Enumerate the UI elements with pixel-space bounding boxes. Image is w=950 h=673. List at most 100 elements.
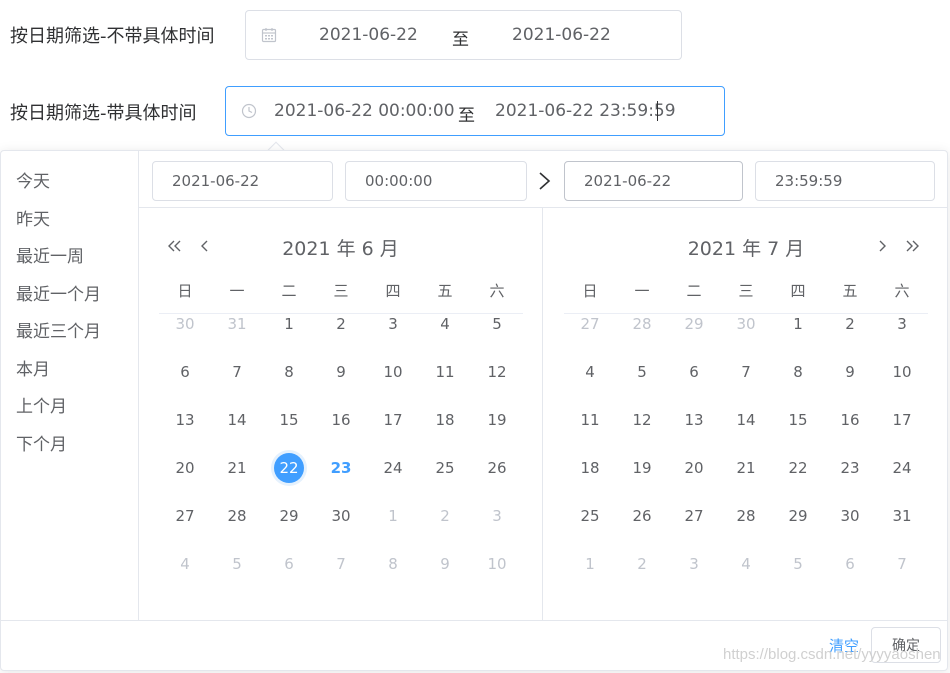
day-cell[interactable]: 1 <box>564 549 616 579</box>
start-date-value[interactable]: 2021-06-22 <box>319 25 418 45</box>
day-cell[interactable]: 29 <box>772 501 824 531</box>
day-cell[interactable]: 5 <box>616 357 668 387</box>
day-cell[interactable]: 31 <box>876 501 928 531</box>
day-cell[interactable]: 27 <box>564 309 616 339</box>
day-cell[interactable]: 6 <box>159 357 211 387</box>
day-cell[interactable]: 24 <box>367 453 419 483</box>
day-cell[interactable]: 28 <box>211 501 263 531</box>
day-cell[interactable]: 18 <box>564 453 616 483</box>
shortcut-previous-month[interactable]: 上个月 <box>16 392 67 417</box>
day-cell[interactable]: 6 <box>824 549 876 579</box>
end-datetime-value[interactable]: 2021-06-22 23:59:59 <box>495 101 676 121</box>
shortcut-this-month[interactable]: 本月 <box>16 355 50 380</box>
day-cell[interactable]: 2 <box>824 309 876 339</box>
shortcut-today[interactable]: 今天 <box>16 167 50 192</box>
day-cell[interactable]: 20 <box>159 453 211 483</box>
shortcut-last-week[interactable]: 最近一周 <box>16 242 84 267</box>
day-cell[interactable]: 8 <box>263 357 315 387</box>
day-cell[interactable]: 21 <box>720 453 772 483</box>
day-cell[interactable]: 15 <box>772 405 824 435</box>
day-cell[interactable]: 4 <box>419 309 471 339</box>
day-cell[interactable]: 2 <box>419 501 471 531</box>
day-cell[interactable]: 24 <box>876 453 928 483</box>
day-cell[interactable]: 7 <box>315 549 367 579</box>
day-cell[interactable]: 11 <box>419 357 471 387</box>
day-cell[interactable]: 25 <box>564 501 616 531</box>
day-cell[interactable]: 28 <box>616 309 668 339</box>
day-cell[interactable]: 26 <box>616 501 668 531</box>
day-cell[interactable]: 1 <box>263 309 315 339</box>
day-cell[interactable]: 16 <box>824 405 876 435</box>
day-cell[interactable]: 7 <box>211 357 263 387</box>
day-cell[interactable]: 27 <box>668 501 720 531</box>
start-datetime-value[interactable]: 2021-06-22 00:00:00 <box>274 101 455 121</box>
day-cell[interactable]: 8 <box>367 549 419 579</box>
day-cell[interactable]: 12 <box>616 405 668 435</box>
day-cell[interactable]: 30 <box>159 309 211 339</box>
day-cell[interactable]: 14 <box>720 405 772 435</box>
day-cell[interactable]: 29 <box>263 501 315 531</box>
shortcut-last-month[interactable]: 最近一个月 <box>16 280 101 305</box>
day-cell[interactable]: 20 <box>668 453 720 483</box>
day-cell[interactable]: 15 <box>263 405 315 435</box>
day-cell[interactable]: 19 <box>616 453 668 483</box>
day-cell[interactable]: 5 <box>211 549 263 579</box>
day-cell[interactable]: 10 <box>367 357 419 387</box>
day-cell[interactable]: 2 <box>616 549 668 579</box>
day-cell[interactable]: 16 <box>315 405 367 435</box>
day-cell[interactable]: 4 <box>720 549 772 579</box>
shortcut-yesterday[interactable]: 昨天 <box>16 205 50 230</box>
day-cell[interactable]: 5 <box>471 309 523 339</box>
end-date-input[interactable]: 2021-06-22 <box>564 161 743 201</box>
shortcut-next-month[interactable]: 下个月 <box>16 430 67 455</box>
day-cell[interactable]: 26 <box>471 453 523 483</box>
day-cell[interactable]: 23 <box>315 453 367 483</box>
start-date-input[interactable]: 2021-06-22 <box>152 161 333 201</box>
day-cell[interactable]: 12 <box>471 357 523 387</box>
day-cell[interactable]: 1 <box>772 309 824 339</box>
day-cell[interactable]: 11 <box>564 405 616 435</box>
day-cell[interactable]: 9 <box>315 357 367 387</box>
day-cell[interactable]: 17 <box>876 405 928 435</box>
day-cell[interactable]: 17 <box>367 405 419 435</box>
day-cell[interactable]: 5 <box>772 549 824 579</box>
day-cell[interactable]: 6 <box>668 357 720 387</box>
day-cell[interactable]: 4 <box>159 549 211 579</box>
day-cell[interactable]: 10 <box>876 357 928 387</box>
day-cell[interactable]: 22 <box>263 453 315 483</box>
day-cell[interactable]: 4 <box>564 357 616 387</box>
day-cell[interactable]: 9 <box>824 357 876 387</box>
end-date-value[interactable]: 2021-06-22 <box>512 25 611 45</box>
day-cell[interactable]: 14 <box>211 405 263 435</box>
day-cell[interactable]: 19 <box>471 405 523 435</box>
day-cell[interactable]: 30 <box>315 501 367 531</box>
datetime-range-input[interactable]: 2021-06-22 00:00:00 至 2021-06-22 23:59:5… <box>225 86 725 136</box>
day-cell[interactable]: 13 <box>159 405 211 435</box>
day-cell[interactable]: 1 <box>367 501 419 531</box>
end-time-input[interactable]: 23:59:59 <box>755 161 935 201</box>
day-cell[interactable]: 2 <box>315 309 367 339</box>
day-cell[interactable]: 23 <box>824 453 876 483</box>
day-cell[interactable]: 18 <box>419 405 471 435</box>
day-cell[interactable]: 7 <box>720 357 772 387</box>
day-cell[interactable]: 30 <box>824 501 876 531</box>
day-cell[interactable]: 3 <box>668 549 720 579</box>
shortcut-last-three-months[interactable]: 最近三个月 <box>16 317 101 342</box>
day-cell[interactable]: 30 <box>720 309 772 339</box>
day-cell[interactable]: 9 <box>419 549 471 579</box>
day-cell[interactable]: 25 <box>419 453 471 483</box>
start-time-input[interactable]: 00:00:00 <box>345 161 527 201</box>
day-cell[interactable]: 27 <box>159 501 211 531</box>
day-cell[interactable]: 28 <box>720 501 772 531</box>
day-cell[interactable]: 13 <box>668 405 720 435</box>
day-cell[interactable]: 31 <box>211 309 263 339</box>
day-cell[interactable]: 6 <box>263 549 315 579</box>
day-cell[interactable]: 3 <box>471 501 523 531</box>
day-cell[interactable]: 7 <box>876 549 928 579</box>
date-range-input[interactable]: 2021-06-22 至 2021-06-22 <box>245 10 682 60</box>
day-cell[interactable]: 10 <box>471 549 523 579</box>
day-cell[interactable]: 22 <box>772 453 824 483</box>
day-cell[interactable]: 21 <box>211 453 263 483</box>
day-cell[interactable]: 8 <box>772 357 824 387</box>
day-cell[interactable]: 29 <box>668 309 720 339</box>
